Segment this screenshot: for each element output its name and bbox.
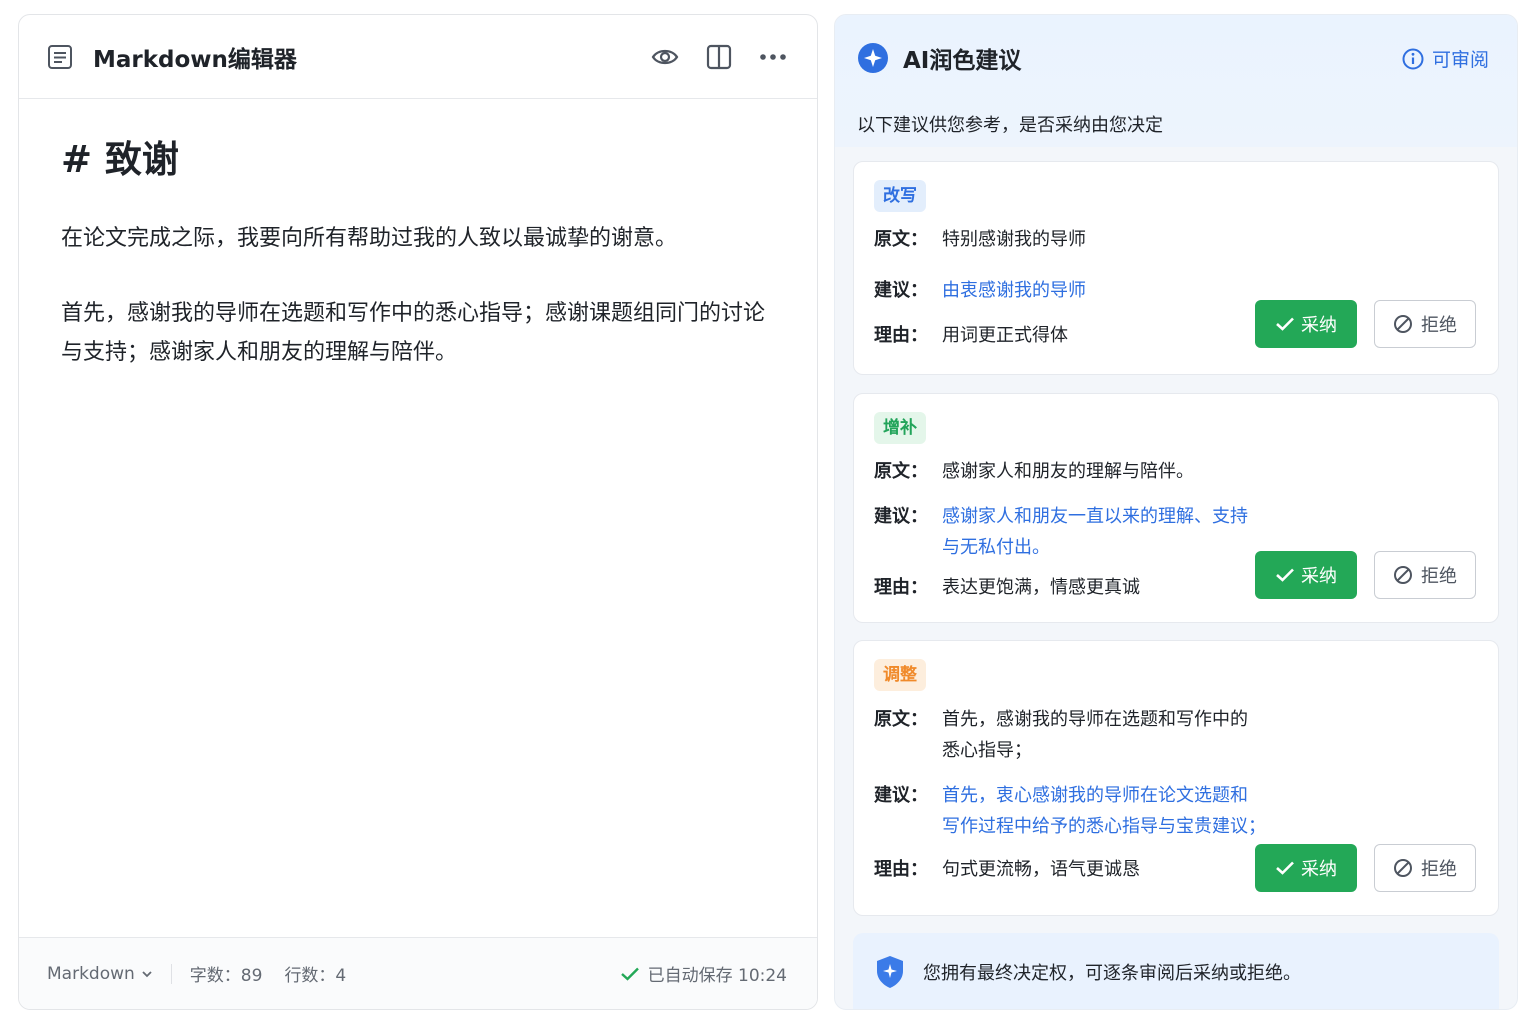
accept-button[interactable]: 采纳 [1255, 551, 1357, 599]
ai-panel-title: AI润色建议 [903, 48, 1022, 74]
original-row: 原文： 首先，感谢我的导师在选题和写作中的 悉心指导； [874, 704, 1248, 766]
suggestion-text: 由衷感谢我的导师 [942, 280, 1086, 301]
suggestion-card-1: 改写 原文： 特别感谢我的导师 建议： 由衷感谢我的导师 理由： 用词更正式得体… [853, 161, 1499, 375]
suggestion-text: 感谢家人和朋友一直以来的理解、支持 与无私付出。 [942, 506, 1248, 558]
chevron-down-icon [142, 970, 152, 977]
suggestion-tag: 增补 [874, 412, 926, 444]
ban-icon [1394, 315, 1412, 333]
notice-text: 您拥有最终决定权，可逐条审阅后采纳或拒绝。 [923, 963, 1301, 984]
ban-icon [1394, 566, 1412, 584]
suggestion-tag: 改写 [874, 180, 926, 212]
word-count: 字数：89 [189, 966, 263, 986]
check-icon [620, 967, 639, 981]
accept-button[interactable]: 采纳 [1255, 300, 1357, 348]
ai-panel-subtitle: 以下建议供您参考，是否采纳由您决定 [857, 115, 1163, 136]
suggestion-row: 建议： 由衷感谢我的导师 [874, 275, 1086, 306]
check-icon [1276, 861, 1294, 875]
mode-select[interactable]: Markdown [47, 964, 153, 984]
reason-text: 用词更正式得体 [942, 325, 1068, 346]
sparkle-icon [858, 43, 888, 73]
reason-row: 理由： 用词更正式得体 [874, 320, 1068, 351]
suggestion-tag: 调整 [874, 659, 926, 691]
original-text: 特别感谢我的导师 [942, 229, 1086, 250]
editor-content[interactable]: # 致谢 在论文完成之际，我要向所有帮助过我的人致以最诚挚的谢意。 首先，感谢我… [61, 135, 777, 372]
doc-icon [48, 44, 72, 69]
save-status: 已自动保存 10:24 [620, 961, 787, 986]
save-status-text: 已自动保存 10:24 [647, 966, 787, 986]
editor-paragraph-1: 在论文完成之际，我要向所有帮助过我的人致以最诚挚的谢意。 [61, 226, 678, 251]
editor-heading: # 致谢 [61, 138, 179, 181]
split-view-icon [706, 44, 732, 70]
mode-label: Markdown [47, 963, 135, 984]
suggestion-card-2: 增补 原文： 感谢家人和朋友的理解与陪伴。 建议： 感谢家人和朋友一直以来的理解… [853, 393, 1499, 623]
ai-title-row: AI润色建议 [857, 41, 1021, 75]
suggestion-text: 首先，衷心感谢我的导师在论文选题和 写作过程中给予的悉心指导与宝贵建议； [942, 785, 1266, 837]
suggestion-row: 建议： 感谢家人和朋友一直以来的理解、支持 与无私付出。 [874, 501, 1248, 563]
review-link-label: 可审阅 [1431, 49, 1489, 71]
more-icon [760, 54, 786, 60]
preview-button[interactable] [649, 39, 681, 75]
more-button[interactable] [757, 39, 789, 75]
check-icon [1276, 568, 1294, 582]
ban-icon [1394, 859, 1412, 877]
reject-button[interactable]: 拒绝 [1374, 551, 1476, 599]
split-view-button[interactable] [703, 39, 735, 75]
editor-toolbar [649, 39, 789, 75]
reject-button[interactable]: 拒绝 [1374, 300, 1476, 348]
editor-title: Markdown编辑器 [93, 46, 297, 73]
ai-suggestion-panel: AI润色建议 可审阅 以下建议供您参考，是否采纳由您决定 改写 原文： 特别感谢… [834, 14, 1518, 1010]
original-text: 首先，感谢我的导师在选题和写作中的 悉心指导； [942, 709, 1248, 761]
reason-text: 表达更饱满，情感更真诚 [942, 577, 1140, 598]
eye-icon [651, 49, 679, 65]
suggestion-card-3: 调整 原文： 首先，感谢我的导师在选题和写作中的 悉心指导； 建议： 首先，衷心… [853, 640, 1499, 916]
reason-row: 理由： 句式更流畅，语气更诚恳 [874, 854, 1140, 885]
suggestion-row: 建议： 首先，衷心感谢我的导师在论文选题和 写作过程中给予的悉心指导与宝贵建议； [874, 780, 1266, 842]
ai-panel-header: AI润色建议 可审阅 以下建议供您参考，是否采纳由您决定 [835, 15, 1517, 147]
original-text: 感谢家人和朋友的理解与陪伴。 [942, 461, 1194, 482]
shield-icon [877, 956, 903, 988]
accept-button[interactable]: 采纳 [1255, 844, 1357, 892]
decision-notice: 您拥有最终决定权，可逐条审阅后采纳或拒绝。 [853, 933, 1499, 1009]
review-link[interactable]: 可审阅 [1402, 45, 1489, 72]
markdown-editor-panel: Markdown编辑器 # 致谢 在论文完成之际，我要向所有帮助过我的人致以最诚… [18, 14, 818, 1010]
footer-divider [170, 963, 172, 984]
check-icon [1276, 317, 1294, 331]
editor-header: Markdown编辑器 [19, 15, 817, 99]
original-row: 原文： 感谢家人和朋友的理解与陪伴。 [874, 456, 1194, 487]
line-count: 行数：4 [284, 966, 347, 986]
reject-button[interactable]: 拒绝 [1374, 844, 1476, 892]
info-icon [1402, 48, 1424, 69]
original-row: 原文： 特别感谢我的导师 [874, 224, 1086, 255]
editor-paragraph-2: 首先，感谢我的导师在选题和写作中的悉心指导；感谢课题组同门的讨论与支持；感谢家人… [61, 301, 766, 365]
editor-status-bar: Markdown 字数：89 行数：4 已自动保存 10:24 [19, 937, 817, 1009]
reason-text: 句式更流畅，语气更诚恳 [942, 859, 1140, 880]
reason-row: 理由： 表达更饱满，情感更真诚 [874, 572, 1140, 603]
